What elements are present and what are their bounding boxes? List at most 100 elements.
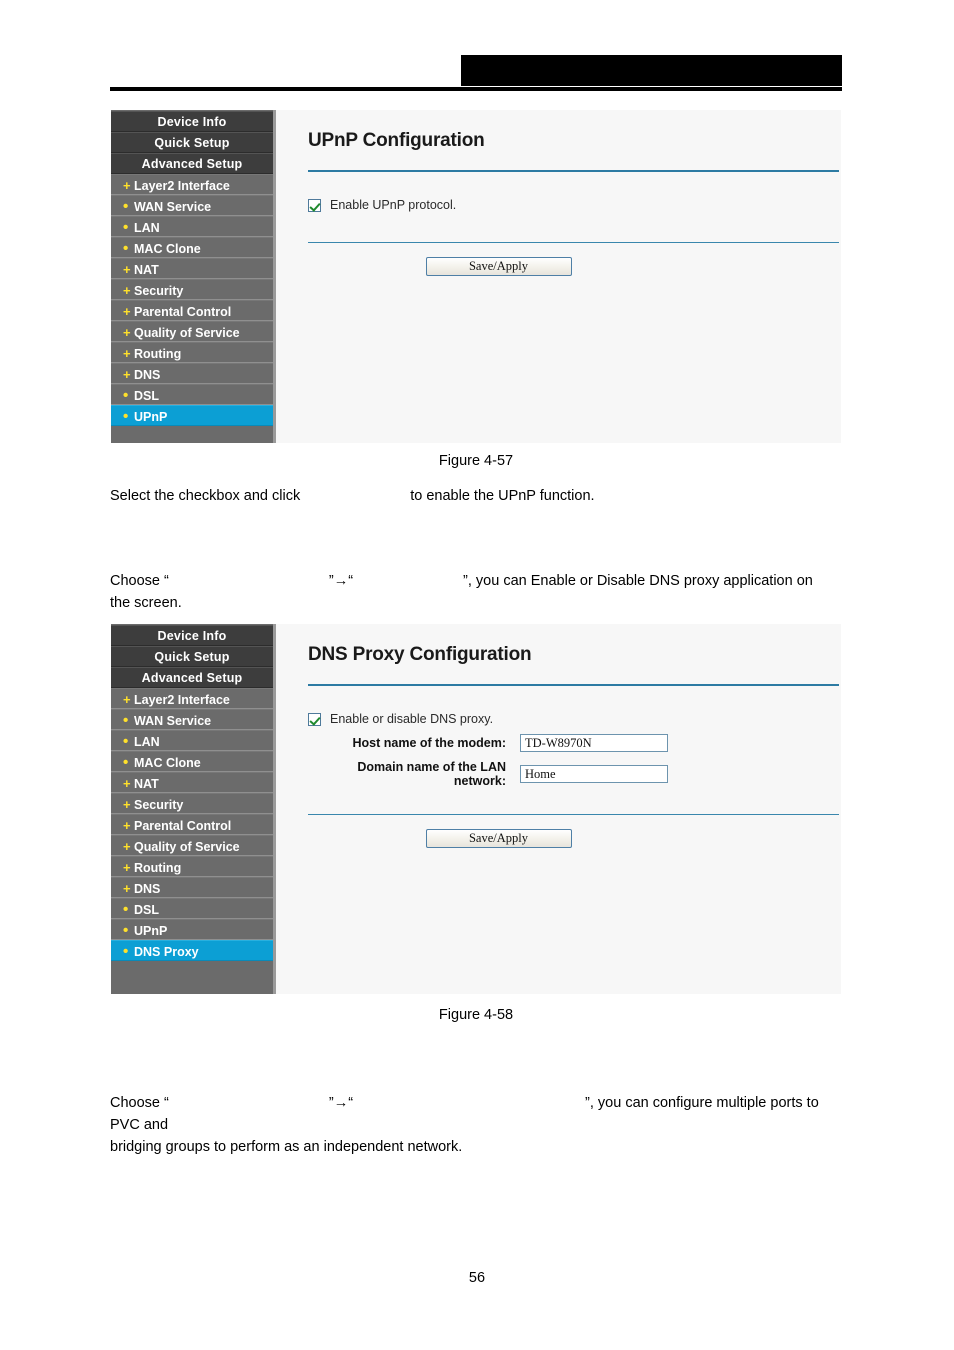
sidebar-item-upnp[interactable]: • UPnP — [111, 405, 273, 426]
sidebar-item-parental-control[interactable]: + Parental Control — [111, 300, 273, 321]
expand-plus-icon: + — [123, 178, 131, 193]
sidebar-item-dns[interactable]: + DNS — [111, 363, 273, 384]
figure-caption-4-58: Figure 4-58 — [438, 1007, 514, 1023]
upnp-instruction-before: Select the checkbox and click — [110, 488, 301, 504]
sidebar-item-mac-clone[interactable]: • MAC Clone — [111, 237, 273, 258]
enable-upnp-row[interactable]: Enable UPnP protocol. — [308, 198, 841, 212]
expand-plus-icon: + — [123, 860, 131, 875]
sidebar-item-quality-of-service[interactable]: + Quality of Service — [111, 835, 273, 856]
sidebar-item-device-info[interactable]: Device Info — [111, 625, 273, 646]
upnp-instruction-paragraph: Select the checkbox and click to enable t… — [110, 485, 845, 507]
choose-prefix: Choose “ — [110, 1095, 169, 1111]
enable-upnp-checkbox[interactable] — [308, 198, 321, 212]
expand-plus-icon: + — [123, 367, 131, 382]
sidebar-item-label: LAN — [134, 221, 160, 235]
sidebar-item-label: DSL — [134, 903, 159, 917]
sidebar-item-label: Parental Control — [134, 305, 232, 319]
upnp-configuration-screenshot: Device Info Quick Setup Advanced Setup + Lay… — [111, 110, 841, 443]
sidebar-item-label: UPnP — [134, 410, 168, 424]
domain-name-label: Domain name of the LAN network: — [357, 760, 506, 788]
bullet-dot-icon: • — [123, 240, 129, 257]
host-name-input[interactable] — [520, 734, 668, 752]
sidebar-item-quick-setup[interactable]: Quick Setup — [111, 646, 273, 667]
sidebar-item-layer2-interface[interactable]: + Layer2 Interface — [111, 174, 273, 195]
sidebar-item-routing[interactable]: + Routing — [111, 856, 273, 877]
bullet-dot-icon: • — [123, 219, 129, 236]
sidebar-item-layer2-interface[interactable]: + Layer2 Interface — [111, 688, 273, 709]
domain-name-input[interactable] — [520, 765, 668, 783]
sidebar-item-security[interactable]: + Security — [111, 793, 273, 814]
host-name-row: Host name of the modem: — [308, 734, 841, 752]
bullet-dot-icon: • — [123, 733, 129, 750]
bullet-dot-icon: • — [123, 387, 129, 404]
sidebar-item-wan-service[interactable]: • WAN Service — [111, 709, 273, 730]
bullet-dot-icon: • — [123, 754, 129, 771]
arrow-icon: → — [333, 1095, 349, 1111]
header-redaction-bar — [461, 55, 842, 86]
sidebar-item-lan[interactable]: • LAN — [111, 730, 273, 751]
sidebar-item-label: MAC Clone — [134, 242, 201, 256]
upnp-form: Enable UPnP protocol. — [276, 172, 841, 212]
sidebar-item-quick-setup[interactable]: Quick Setup — [111, 132, 273, 153]
bullet-dot-icon: • — [123, 712, 129, 729]
expand-plus-icon: + — [123, 839, 131, 854]
expand-plus-icon: + — [123, 797, 131, 812]
sidebar-item-dns[interactable]: + DNS — [111, 877, 273, 898]
bullet-dot-icon: • — [123, 922, 129, 939]
expand-plus-icon: + — [123, 818, 131, 833]
sidebar-item-dsl[interactable]: • DSL — [111, 898, 273, 919]
page-title: DNS Proxy Configuration — [308, 644, 532, 665]
enable-dns-proxy-row[interactable]: Enable or disable DNS proxy. — [308, 712, 841, 726]
enable-dns-proxy-label: Enable or disable DNS proxy. — [330, 712, 494, 726]
expand-plus-icon: + — [123, 262, 131, 277]
choose-quote-2: “ — [348, 1095, 354, 1111]
sidebar-item-security[interactable]: + Security — [111, 279, 273, 300]
sidebar-item-label: DNS — [134, 882, 161, 896]
sidebar-item-advanced-setup[interactable]: Advanced Setup — [111, 667, 273, 688]
form-separator — [308, 242, 839, 243]
sidebar-item-label: Routing — [134, 347, 182, 361]
expand-plus-icon: + — [123, 346, 131, 361]
sidebar-item-device-info[interactable]: Device Info — [111, 111, 273, 132]
sidebar-item-label: Parental Control — [134, 819, 232, 833]
enable-upnp-label: Enable UPnP protocol. — [330, 198, 457, 212]
expand-plus-icon: + — [123, 304, 131, 319]
header-divider-rule — [110, 87, 842, 91]
bullet-dot-icon: • — [123, 198, 129, 215]
choose-line-2: the screen. — [110, 595, 182, 611]
sidebar-item-parental-control[interactable]: + Parental Control — [111, 814, 273, 835]
sidebar-item-routing[interactable]: + Routing — [111, 342, 273, 363]
choose-prefix: Choose “ — [110, 573, 169, 589]
sidebar-item-advanced-setup[interactable]: Advanced Setup — [111, 153, 273, 174]
upnp-button-row: Save/Apply — [276, 257, 841, 276]
domain-name-row: Domain name of the LAN network: — [308, 760, 841, 788]
upnp-content-pane: UPnP Configuration Enable UPnP protocol.… — [276, 110, 841, 443]
sidebar-item-label: Advanced Setup — [141, 671, 243, 685]
sidebar-item-lan[interactable]: • LAN — [111, 216, 273, 237]
sidebar-item-label: Quality of Service — [134, 326, 240, 340]
sidebar-item-label: UPnP — [134, 924, 168, 938]
choose-suffix: ”, you can configure multiple ports to P… — [110, 1095, 819, 1133]
router-sidebar-nav[interactable]: Device Info Quick Setup Advanced Setup + Lay… — [111, 110, 276, 443]
sidebar-item-upnp[interactable]: • UPnP — [111, 919, 273, 940]
page-header — [110, 50, 842, 92]
expand-plus-icon: + — [123, 283, 131, 298]
sidebar-item-mac-clone[interactable]: • MAC Clone — [111, 751, 273, 772]
sidebar-item-label: Quality of Service — [134, 840, 240, 854]
sidebar-item-wan-service[interactable]: • WAN Service — [111, 195, 273, 216]
arrow-icon: → — [333, 573, 349, 589]
sidebar-item-quality-of-service[interactable]: + Quality of Service — [111, 321, 273, 342]
sidebar-item-label: LAN — [134, 735, 160, 749]
save-apply-button[interactable]: Save/Apply — [425, 829, 572, 848]
sidebar-item-label: WAN Service — [134, 714, 212, 728]
sidebar-item-dns-proxy[interactable]: • DNS Proxy — [111, 940, 273, 961]
sidebar-item-nat[interactable]: + NAT — [111, 772, 273, 793]
sidebar-item-dsl[interactable]: • DSL — [111, 384, 273, 405]
router-sidebar-nav[interactable]: Device Info Quick Setup Advanced Setup + Lay… — [111, 624, 276, 994]
sidebar-item-label: Security — [134, 284, 184, 298]
enable-dns-proxy-checkbox[interactable] — [308, 712, 321, 726]
sidebar-item-label: WAN Service — [134, 200, 212, 214]
sidebar-item-nat[interactable]: + NAT — [111, 258, 273, 279]
upnp-instruction-after: to enable the UPnP function. — [410, 488, 595, 504]
save-apply-button[interactable]: Save/Apply — [425, 257, 572, 276]
